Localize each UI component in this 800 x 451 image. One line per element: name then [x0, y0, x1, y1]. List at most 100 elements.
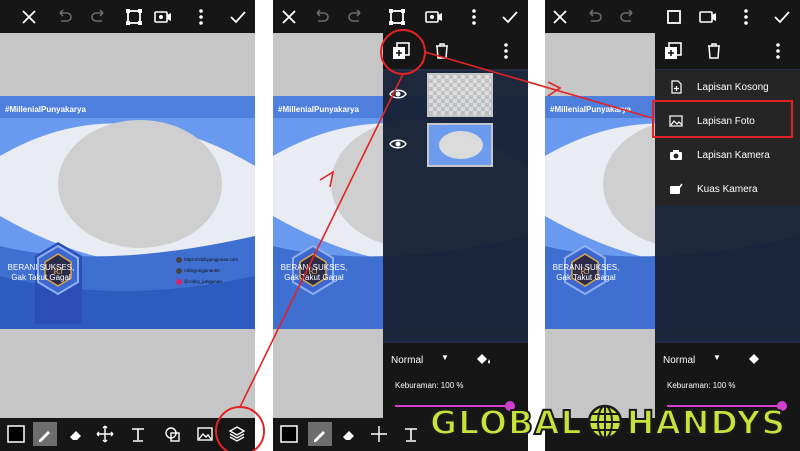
- crop-icon[interactable]: [386, 6, 408, 28]
- globe-icon: [587, 404, 622, 440]
- text-icon[interactable]: [399, 422, 423, 446]
- top-toolbar: [545, 0, 800, 33]
- close-icon[interactable]: [18, 6, 40, 28]
- contact-ig-text: @robby_jungjunan: [184, 279, 222, 284]
- brush-icon[interactable]: [308, 422, 332, 446]
- more-icon[interactable]: [495, 40, 517, 62]
- close-icon[interactable]: [278, 6, 300, 28]
- layers-icon[interactable]: [225, 422, 249, 446]
- hashtag-text: #MillenialPunyakarya: [5, 105, 86, 114]
- photo-layer-highlight: [652, 100, 793, 138]
- layers-panel: Normal ▼ Keburaman: 100 %: [383, 33, 528, 418]
- banner-graphic: RJ: [0, 96, 255, 329]
- move-icon[interactable]: [93, 422, 117, 446]
- contact-web-text: https://robbyjungjunan.com: [184, 257, 239, 262]
- color-swatch[interactable]: [4, 422, 28, 446]
- redo-icon[interactable]: [345, 6, 367, 28]
- eraser-icon[interactable]: [64, 422, 88, 446]
- contact-fb-text: robbyjungjunan60: [184, 268, 220, 273]
- layer-thumbnail: [427, 73, 493, 117]
- blend-mode-select[interactable]: Normal: [663, 355, 695, 366]
- undo-icon[interactable]: [310, 6, 332, 28]
- eye-icon[interactable]: [389, 135, 407, 153]
- tagline-line1: BERANI SUKSES,: [7, 263, 75, 272]
- tagline-text: BERANI SUKSES, Gak Takut Gagal: [550, 263, 622, 283]
- more-icon[interactable]: [735, 6, 757, 28]
- chevron-down-icon[interactable]: ▼: [713, 353, 721, 362]
- text-icon[interactable]: [126, 422, 150, 446]
- shape-icon[interactable]: [160, 422, 184, 446]
- menu-item-blank-layer[interactable]: Lapisan Kosong: [655, 70, 800, 104]
- move-icon[interactable]: [367, 422, 391, 446]
- more-icon[interactable]: [463, 6, 485, 28]
- layer-row[interactable]: [383, 71, 528, 119]
- redo-icon[interactable]: [617, 6, 639, 28]
- tagline-line2: Gak Takut Gagal: [556, 273, 616, 282]
- opacity-label: Keburaman: 100 %: [395, 381, 464, 390]
- redo-icon[interactable]: [88, 6, 110, 28]
- delete-icon[interactable]: [431, 40, 453, 62]
- hashtag-text: #MillenialPunyakarya: [278, 105, 359, 114]
- blend-mode-select[interactable]: Normal: [391, 355, 423, 366]
- crop-icon[interactable]: [123, 6, 145, 28]
- screen-add-layer-menu: RJ #MillenialPunyakarya BERANI SUKSES, G…: [545, 0, 800, 451]
- brush-icon[interactable]: [33, 422, 57, 446]
- image-icon[interactable]: [193, 422, 217, 446]
- watermark-left-text: GLOBAL: [429, 402, 583, 443]
- contact-web: https://robbyjungjunan.com: [176, 254, 238, 265]
- layers-panel-header: [383, 33, 528, 69]
- video-icon[interactable]: [423, 6, 445, 28]
- menu-item-label: Lapisan Kamera: [697, 149, 770, 161]
- camera-brush-icon: [669, 182, 683, 196]
- close-icon[interactable]: [549, 6, 571, 28]
- tagline-line2: Gak Takut Gagal: [284, 273, 344, 282]
- contact-fb: robbyjungjunan60: [176, 265, 238, 276]
- undo-icon[interactable]: [53, 6, 75, 28]
- watermark: GLOBAL HANDYS: [429, 398, 787, 446]
- undo-icon[interactable]: [583, 6, 605, 28]
- crop-icon[interactable]: [663, 6, 685, 28]
- fill-bucket-icon[interactable]: [745, 351, 763, 369]
- layers-list: [383, 71, 528, 341]
- contact-list: https://robbyjungjunan.com robbyjungjuna…: [176, 254, 238, 287]
- eye-icon[interactable]: [389, 85, 407, 103]
- watermark-right-text: HANDYS: [626, 402, 787, 443]
- screen-editor: RJ #MillenialPunyakarya BERANI SUKSES, G…: [0, 0, 255, 451]
- tagline-text: BERANI SUKSES, Gak Takut Gagal: [278, 263, 350, 283]
- video-icon[interactable]: [697, 6, 719, 28]
- facebook-icon: [176, 267, 182, 274]
- fill-bucket-icon[interactable]: [473, 351, 491, 369]
- bottom-toolbar: [0, 418, 255, 451]
- tagline-text: BERANI SUKSES, Gak Takut Gagal: [5, 263, 77, 283]
- opacity-label: Keburaman: 100 %: [667, 381, 736, 390]
- tagline-line1: BERANI SUKSES,: [552, 263, 620, 272]
- more-icon[interactable]: [190, 6, 212, 28]
- tagline-line2: Gak Takut Gagal: [11, 273, 71, 282]
- top-toolbar: [273, 0, 528, 33]
- check-icon[interactable]: [771, 6, 793, 28]
- layers-panel-header: [655, 33, 800, 69]
- banner-image[interactable]: RJ #MillenialPunyakarya BERANI SUKSES, G…: [0, 96, 255, 329]
- tutorial-stage: RJ #MillenialPunyakarya BERANI SUKSES, G…: [0, 0, 800, 451]
- menu-item-camera-layer[interactable]: Lapisan Kamera: [655, 138, 800, 172]
- add-layer-icon[interactable]: [662, 40, 684, 62]
- check-icon[interactable]: [499, 6, 521, 28]
- check-icon[interactable]: [227, 6, 249, 28]
- hashtag-text: #MillenialPunyakarya: [550, 105, 631, 114]
- eraser-icon[interactable]: [337, 422, 361, 446]
- chevron-down-icon[interactable]: ▼: [441, 353, 449, 362]
- video-icon[interactable]: [152, 6, 174, 28]
- menu-item-camera-brush[interactable]: Kuas Kamera: [655, 172, 800, 206]
- delete-icon[interactable]: [703, 40, 725, 62]
- menu-item-label: Lapisan Kosong: [697, 81, 769, 93]
- tagline-line1: BERANI SUKSES,: [280, 263, 348, 272]
- screen-layers: RJ #MillenialPunyakarya BERANI SUKSES, G…: [273, 0, 528, 451]
- instagram-icon: [176, 278, 182, 285]
- camera-icon: [669, 148, 683, 162]
- more-icon[interactable]: [767, 40, 789, 62]
- add-layer-icon[interactable]: [390, 40, 412, 62]
- layer-row[interactable]: [383, 121, 528, 169]
- layer-thumbnail: [427, 123, 493, 167]
- color-swatch[interactable]: [277, 422, 301, 446]
- globe-icon: [176, 256, 182, 263]
